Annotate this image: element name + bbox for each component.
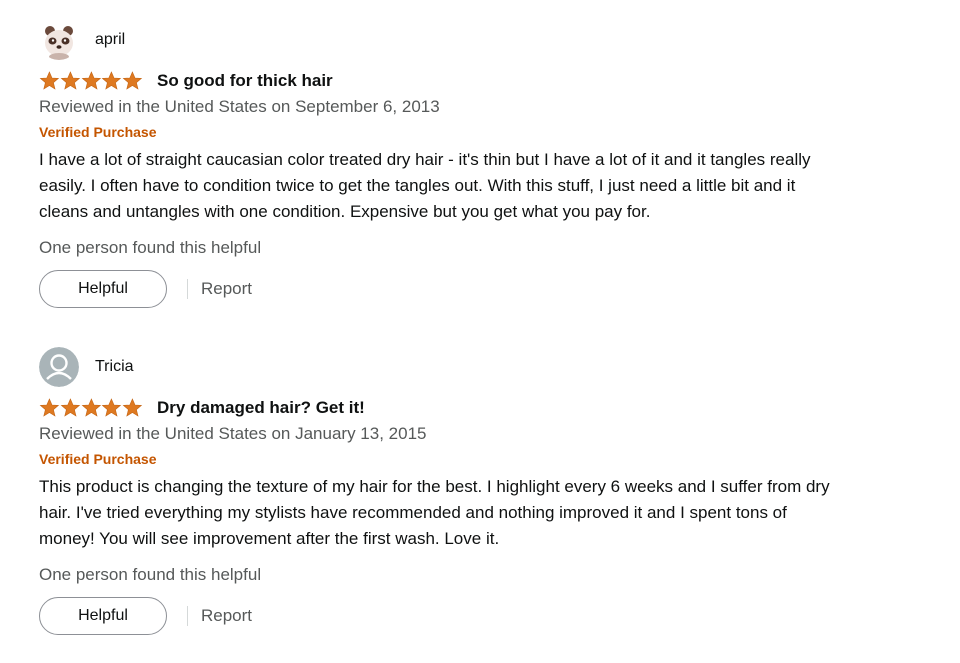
star-icon	[39, 398, 60, 417]
review-title-row: So good for thick hair	[39, 70, 939, 92]
default-user-avatar-icon	[39, 347, 79, 387]
review-title[interactable]: So good for thick hair	[157, 71, 333, 91]
verified-purchase-badge: Verified Purchase	[39, 451, 157, 467]
review-title-row: Dry damaged hair? Get it!	[39, 397, 939, 419]
review-title[interactable]: Dry damaged hair? Get it!	[157, 398, 365, 418]
profile-name: Tricia	[95, 358, 134, 375]
divider	[187, 606, 188, 626]
helpful-button[interactable]: Helpful	[39, 597, 167, 635]
review-date: Reviewed in the United States on Septemb…	[39, 97, 440, 116]
review-body-line: hair. I've tried everything my stylists …	[39, 503, 787, 522]
helpful-count: One person found this helpful	[39, 238, 262, 257]
report-link[interactable]: Report	[201, 606, 252, 626]
review-body-line: I have a lot of straight caucasian color…	[39, 150, 811, 169]
star-icon	[81, 398, 101, 417]
review-body: I have a lot of straight caucasian color…	[39, 147, 939, 225]
star-icon	[122, 71, 143, 90]
review-actions: Helpful Report	[39, 270, 939, 308]
review-body-line: This product is changing the texture of …	[39, 477, 830, 496]
star-icon	[81, 71, 101, 90]
review: Tricia Dry damaged hair? Get it! Reviewe…	[39, 347, 939, 635]
star-icon	[60, 71, 80, 90]
review-actions: Helpful Report	[39, 597, 939, 635]
star-icon	[39, 71, 60, 90]
reviewer-profile[interactable]: Tricia	[39, 347, 939, 387]
review: april So good for thick hair Reviewed in…	[39, 20, 939, 308]
star-icon	[102, 398, 122, 417]
helpful-count: One person found this helpful	[39, 565, 262, 584]
star-icon	[122, 398, 143, 417]
report-link[interactable]: Report	[201, 279, 252, 299]
review-body-line: easily. I often have to condition twice …	[39, 176, 796, 195]
review-body-line: money! You will see improvement after th…	[39, 529, 500, 548]
star-icon	[60, 398, 80, 417]
review-body: This product is changing the texture of …	[39, 474, 939, 552]
review-body-line: cleans and untangles with one condition.…	[39, 202, 651, 221]
profile-name: april	[95, 31, 126, 48]
review-date: Reviewed in the United States on January…	[39, 424, 427, 443]
panda-bear-avatar-icon	[39, 20, 79, 60]
verified-purchase-badge: Verified Purchase	[39, 124, 157, 140]
star-rating[interactable]	[39, 398, 143, 418]
divider	[187, 279, 188, 299]
star-icon	[102, 71, 122, 90]
star-rating[interactable]	[39, 71, 143, 91]
helpful-button[interactable]: Helpful	[39, 270, 167, 308]
reviewer-profile[interactable]: april	[39, 20, 939, 60]
